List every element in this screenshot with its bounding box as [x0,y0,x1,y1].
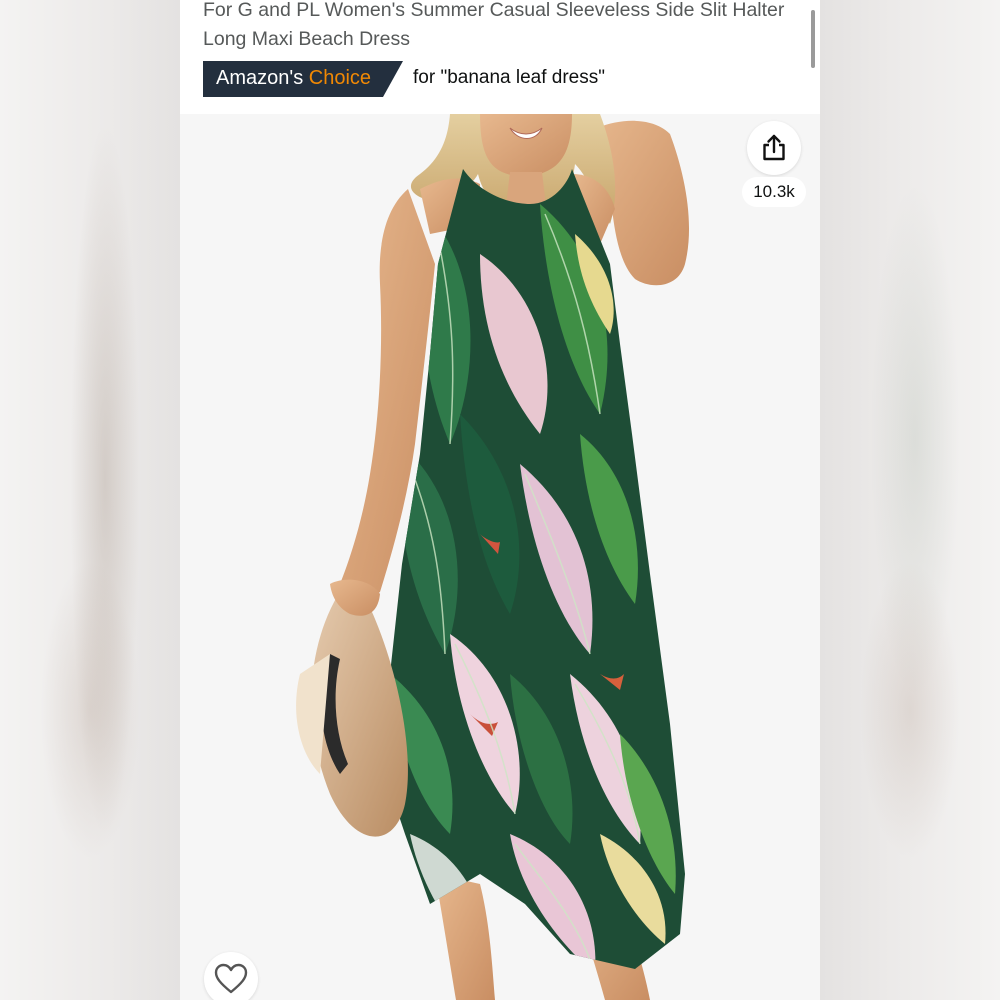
share-icon [763,134,785,161]
product-photo-illustration [180,114,820,1000]
share-button[interactable] [747,121,801,175]
badge-label-accent: Choice [308,67,372,89]
heart-icon [214,963,248,994]
product-image[interactable] [180,114,820,1000]
right-blurred-backdrop [820,0,1000,1000]
product-title: For G and PL Women's Summer Casual Sleev… [203,0,785,50]
product-page: For G and PL Women's Summer Casual Sleev… [180,0,820,1000]
amazons-choice-badge[interactable]: Amazon's Choice [203,61,403,97]
scrollbar[interactable] [811,10,815,68]
left-blurred-backdrop [0,0,180,1000]
badge-label: Amazon's Choice [216,67,371,90]
badge-label-prefix: Amazon's [216,67,304,89]
badge-query[interactable]: for "banana leaf dress" [413,67,605,89]
favorite-button[interactable] [204,952,258,1000]
share-count: 10.3k [742,177,806,207]
product-header: For G and PL Women's Summer Casual Sleev… [180,0,820,114]
